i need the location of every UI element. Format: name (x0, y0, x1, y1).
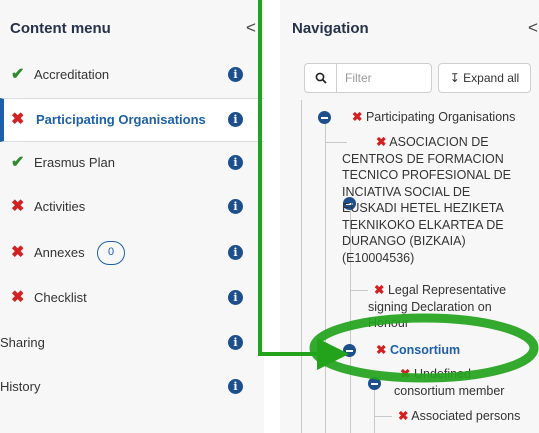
tree-node-organisation[interactable]: ✖ ASOCIACION DE CENTROS DE FORMACION TEC… (342, 134, 536, 266)
search-icon (315, 72, 327, 84)
info-icon[interactable]: i (228, 379, 243, 394)
expand-all-button[interactable]: ↧ Expand all (438, 63, 531, 93)
collapse-content-menu-icon[interactable]: < (246, 18, 256, 38)
annexes-count-badge: 0 (97, 241, 125, 265)
menu-item-label: Checklist (34, 290, 87, 305)
tree-node-label: Associated persons (411, 409, 521, 423)
error-x-icon: ✖ (376, 343, 387, 357)
navigation-title: Navigation (292, 20, 369, 37)
tree-node-participating-organisations[interactable]: ✖ Participating Organisations (352, 109, 515, 126)
collapse-navigation-icon[interactable]: < (528, 18, 538, 38)
tree-node-label: TECNICO PROFESIONAL DE (342, 168, 512, 182)
menu-item-erasmus-plan[interactable]: ✔ Erasmus Plan i (0, 142, 264, 186)
search-button[interactable] (304, 63, 336, 93)
collapse-node-icon[interactable] (368, 377, 381, 390)
info-icon[interactable]: i (228, 155, 243, 170)
navigation-panel: Navigation < ↧ Expand all ✖ Participatin… (280, 0, 539, 433)
tree-node-label: TEKNIKOKO ELKARTEA DE (342, 217, 504, 232)
menu-item-history[interactable]: History i (0, 366, 264, 410)
info-icon[interactable]: i (228, 199, 243, 214)
check-icon: ✔ (11, 154, 25, 171)
content-menu-header: Content menu < (0, 12, 264, 48)
tree-node-associated-persons[interactable]: ✖ Associated persons (398, 408, 520, 425)
info-icon[interactable]: i (228, 67, 243, 82)
error-x-icon: ✖ (400, 367, 411, 381)
tree-node-label: Participating Organisations (365, 110, 516, 124)
menu-item-label: Sharing (0, 335, 45, 350)
tree-node-label: EUSKADI HETEL HEZIKETA (342, 201, 504, 215)
error-x-icon: ✖ (11, 111, 25, 128)
tree-node-legal-representative[interactable]: ✖ Legal Representative signing Declarati… (368, 282, 533, 332)
tree-node-label: CENTROS DE FORMACION (342, 151, 504, 166)
info-icon[interactable]: i (228, 245, 243, 260)
error-x-icon: ✖ (376, 135, 387, 149)
error-x-icon: ✖ (352, 110, 363, 124)
info-icon[interactable]: i (228, 335, 243, 350)
error-x-icon: ✖ (11, 198, 25, 215)
tree-node-undefined-consortium-member[interactable]: ✖ Undefined consortium member (394, 366, 534, 399)
collapse-node-icon[interactable] (343, 344, 356, 357)
tree-node-label: Consortium (389, 343, 461, 357)
menu-item-annexes[interactable]: ✖ Annexes 0 i (0, 232, 264, 276)
tree-node-label: Legal Representative (387, 283, 507, 297)
tree-guide-line (325, 124, 326, 433)
info-icon[interactable]: i (228, 112, 243, 127)
menu-item-sharing[interactable]: Sharing i (0, 322, 264, 366)
menu-item-label: Activities (34, 199, 86, 214)
menu-item-participating-organisations[interactable]: ✖ Participating Organisations i (0, 98, 264, 142)
info-icon[interactable]: i (228, 290, 243, 305)
menu-item-label: History (0, 379, 41, 394)
menu-item-label: Erasmus Plan (34, 155, 115, 170)
content-menu-panel: Content menu < ✔ Accreditation i ✖ Parti… (0, 0, 264, 433)
tree-node-label: consortium member (394, 383, 505, 398)
error-x-icon: ✖ (398, 409, 409, 423)
tree-node-label: Honour (368, 316, 409, 330)
content-menu-title: Content menu (10, 20, 111, 37)
menu-item-accreditation[interactable]: ✔ Accreditation i (0, 54, 264, 98)
tree-guide-line (350, 290, 368, 291)
menu-item-checklist[interactable]: ✖ Checklist i (0, 277, 264, 321)
tree-guide-line (374, 416, 392, 417)
error-x-icon: ✖ (11, 244, 25, 261)
check-icon: ✔ (11, 66, 25, 83)
collapse-node-icon[interactable] (318, 111, 331, 124)
tree-node-label: signing Declaration on (368, 299, 492, 314)
menu-item-label: Accreditation (34, 67, 110, 82)
tree-node-label: INCIATIVA SOCIAL DE (342, 184, 471, 199)
menu-item-activities[interactable]: ✖ Activities i (0, 186, 264, 230)
tree-node-label: ASOCIACION DE (389, 135, 489, 149)
tree-node-label: Undefined (413, 367, 471, 381)
tree-node-consortium[interactable]: ✖ Consortium (376, 342, 460, 359)
error-x-icon: ✖ (11, 289, 25, 306)
menu-item-label: Annexes (34, 245, 85, 260)
tree-guide-line (374, 388, 375, 433)
filter-input[interactable] (336, 63, 432, 93)
tree-node-label: DURANGO (BIZKAIA) (342, 234, 466, 248)
error-x-icon: ✖ (374, 283, 385, 297)
tree-node-label: (E10004536) (342, 250, 415, 265)
tree-guide-line (301, 100, 302, 433)
menu-item-label: Participating Organisations (36, 112, 206, 127)
